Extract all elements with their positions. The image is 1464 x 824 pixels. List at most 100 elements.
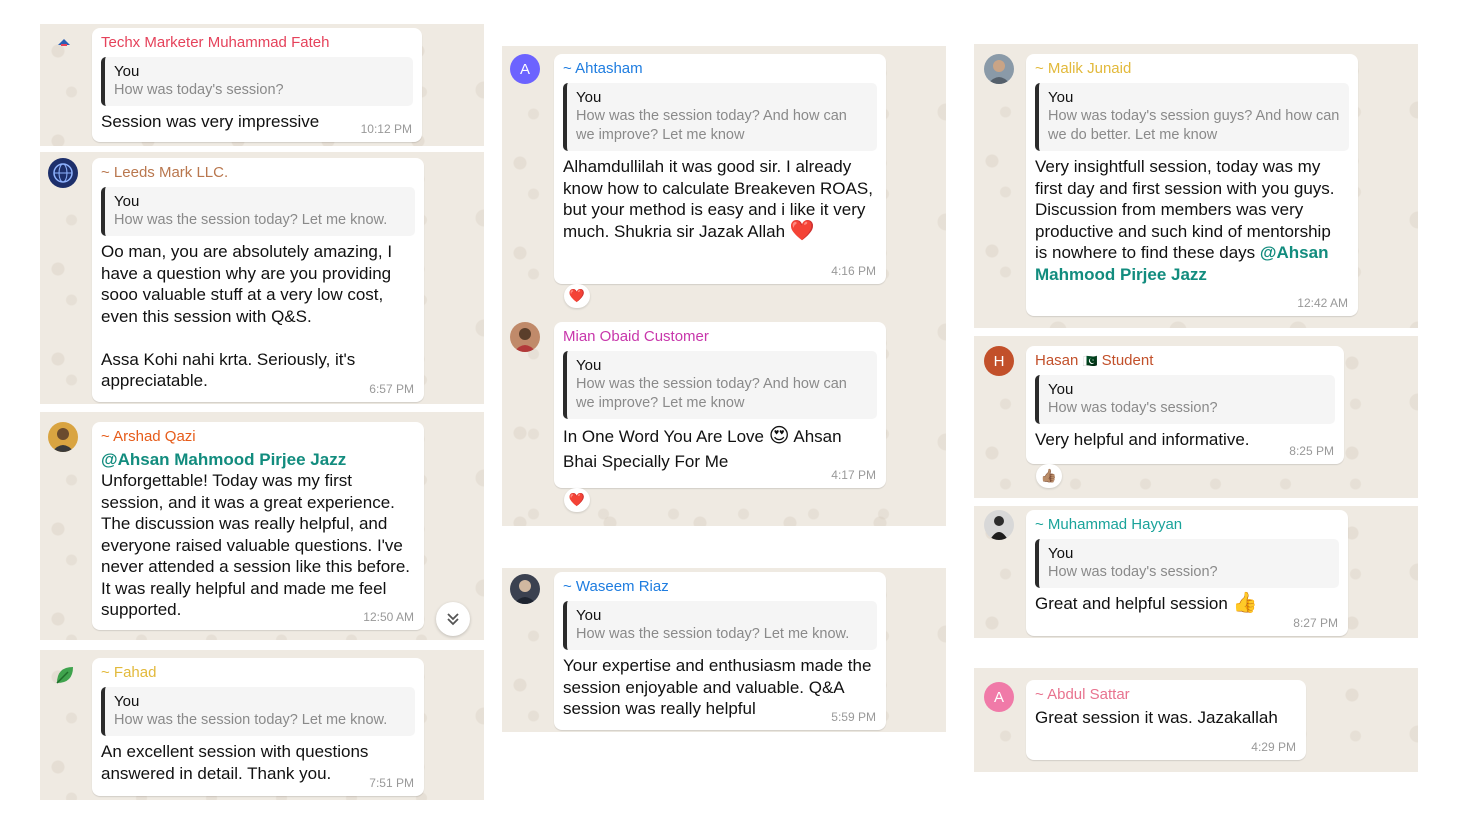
quote-text: How was today's session? (114, 82, 284, 98)
message-time: 4:29 PM (1251, 740, 1296, 754)
sender-name[interactable]: ~ Abdul Sattar (1035, 686, 1297, 704)
quote-text: How was today's session? (1048, 400, 1218, 416)
logo-icon (58, 39, 70, 46)
quoted-message[interactable]: You How was today's session guys? And ho… (1035, 83, 1349, 151)
user-photo-icon (988, 60, 1010, 84)
quoted-message[interactable]: You How was today's session? (101, 57, 413, 106)
message-time: 4:16 PM (831, 264, 876, 278)
sender-name[interactable]: ~ Leeds Mark LLC. (101, 164, 415, 182)
message-time: 7:51 PM (369, 776, 414, 790)
avatar[interactable] (984, 54, 1014, 84)
quote-author: You (1048, 545, 1074, 562)
message-time: 12:50 AM (363, 610, 414, 624)
heart-emoji: ❤️ (789, 219, 815, 242)
avatar-letter: H (993, 352, 1005, 370)
message-bubble[interactable]: ~ Fahad You How was the session today? L… (92, 658, 424, 796)
quoted-message[interactable]: You How was the session today? Let me kn… (101, 187, 415, 236)
pakistan-flag-icon: 🇵🇰 (1082, 354, 1098, 368)
heart-reaction-icon: ❤️ (568, 288, 586, 303)
quoted-message[interactable]: You How was today's session? (1035, 539, 1339, 588)
avatar[interactable] (510, 322, 540, 352)
message-text: Your expertise and enthusiasm made the s… (563, 656, 872, 718)
message-bubble[interactable]: ~ Malik Junaid You How was today's sessi… (1026, 54, 1358, 316)
message-time: 8:27 PM (1293, 616, 1338, 630)
quote-text: How was the session today? Let me know. (114, 712, 388, 728)
message-time: 10:12 PM (360, 122, 412, 136)
avatar[interactable]: A (984, 682, 1014, 712)
message-text: Very insightfull session, today was my f… (1035, 156, 1349, 285)
quoted-message[interactable]: You How was the session today? Let me kn… (563, 601, 877, 650)
heart-reaction-icon: ❤️ (568, 492, 586, 507)
quote-text: How was today's session? (1048, 564, 1218, 580)
message-bubble[interactable]: ~ Waseem Riaz You How was the session to… (554, 572, 886, 730)
avatar[interactable]: H (984, 346, 1014, 376)
sender-name[interactable]: ~ Waseem Riaz (563, 578, 877, 596)
quote-author: You (576, 89, 602, 106)
leaf-icon (56, 667, 73, 684)
sender-name[interactable]: Mian Obaid Customer (563, 328, 877, 346)
message-text: Alhamdullilah it was good sir. I already… (563, 156, 877, 242)
avatar[interactable]: A (510, 54, 540, 84)
sender-name[interactable]: ~ Arshad Qazi (101, 428, 415, 446)
message-time: 8:25 PM (1289, 444, 1334, 458)
message-time: 5:59 PM (831, 710, 876, 724)
mention[interactable]: @Ahsan Mahmood Pirjee Jazz (101, 449, 415, 470)
avatar[interactable] (984, 510, 1014, 540)
avatar[interactable] (50, 660, 80, 690)
reaction-badge[interactable]: ❤️ (564, 488, 590, 512)
message-time: 4:17 PM (831, 468, 876, 482)
quoted-message[interactable]: You How was the session today? And how c… (563, 83, 877, 151)
message-body: In One Word You Are Love (563, 427, 764, 446)
sender-name[interactable]: ~ Malik Junaid (1035, 60, 1349, 78)
message-text: Oo man, you are absolutely amazing, I ha… (101, 242, 393, 390)
thumbs-up-reaction-icon: 👍🏽 (1040, 468, 1058, 483)
user-photo-icon (514, 328, 536, 352)
quote-author: You (114, 193, 140, 210)
message-text: Great session it was. Jazakallah (1035, 708, 1278, 727)
sender-name[interactable]: ~ Fahad (101, 664, 415, 682)
sender-first-name: Hasan (1035, 352, 1079, 369)
quote-text: How was the session today? And how can w… (576, 108, 847, 143)
avatar-letter: A (993, 688, 1004, 706)
avatar[interactable] (48, 158, 78, 188)
reaction-badge[interactable]: 👍🏽 (1036, 464, 1062, 488)
quote-author: You (114, 63, 140, 80)
sender-name[interactable]: Hasan 🇵🇰 Student (1035, 352, 1335, 370)
message-bubble[interactable]: ~ Abdul Sattar Great session it was. Jaz… (1026, 680, 1306, 760)
quoted-message[interactable]: You How was today's session? (1035, 375, 1335, 424)
quote-text: How was today's session guys? And how ca… (1048, 108, 1340, 143)
message-body: Great and helpful session (1035, 594, 1228, 613)
message-bubble[interactable]: Techx Marketer Muhammad Fateh You How wa… (92, 28, 422, 142)
message-bubble[interactable]: Hasan 🇵🇰 Student You How was today's ses… (1026, 346, 1344, 464)
globe-icon (53, 163, 73, 183)
message-bubble[interactable]: ~ Muhammad Hayyan You How was today's se… (1026, 510, 1348, 636)
quoted-message[interactable]: You How was the session today? And how c… (563, 351, 877, 419)
scroll-down-button[interactable] (436, 602, 470, 636)
quote-author: You (576, 607, 602, 624)
thumbs-up-emoji: 👍 (1232, 592, 1258, 614)
sender-name[interactable]: ~ Muhammad Hayyan (1035, 516, 1339, 534)
sender-label: Student (1101, 352, 1154, 369)
avatar[interactable] (48, 422, 78, 452)
reaction-badge[interactable]: ❤️ (564, 284, 590, 308)
quote-text: How was the session today? Let me know. (576, 626, 850, 642)
message-bubble[interactable]: Mian Obaid Customer You How was the sess… (554, 322, 886, 488)
message-body: Alhamdullilah it was good sir. I already… (563, 157, 873, 241)
quote-text: How was the session today? Let me know. (114, 212, 388, 228)
message-text: Unforgettable! Today was my first sessio… (101, 471, 411, 619)
avatar[interactable] (49, 28, 79, 58)
avatar-letter: A (519, 60, 530, 78)
quoted-message[interactable]: You How was the session today? Let me kn… (101, 687, 415, 736)
avatar[interactable] (510, 574, 540, 604)
quote-author: You (1048, 381, 1074, 398)
message-text: Great and helpful session 👍 (1035, 592, 1339, 615)
message-bubble[interactable]: ~ Ahtasham You How was the session today… (554, 54, 886, 284)
quote-text: How was the session today? And how can w… (576, 376, 847, 411)
message-time: 6:57 PM (369, 382, 414, 396)
user-photo-icon (990, 516, 1008, 540)
message-bubble[interactable]: ~ Arshad Qazi @Ahsan Mahmood Pirjee Jazz… (92, 422, 424, 630)
sender-name[interactable]: Techx Marketer Muhammad Fateh (101, 34, 413, 52)
sender-name[interactable]: ~ Ahtasham (563, 60, 877, 78)
message-text: In One Word You Are Love 😍 Ahsan Bhai Sp… (563, 424, 877, 474)
message-bubble[interactable]: ~ Leeds Mark LLC. You How was the sessio… (92, 158, 424, 402)
